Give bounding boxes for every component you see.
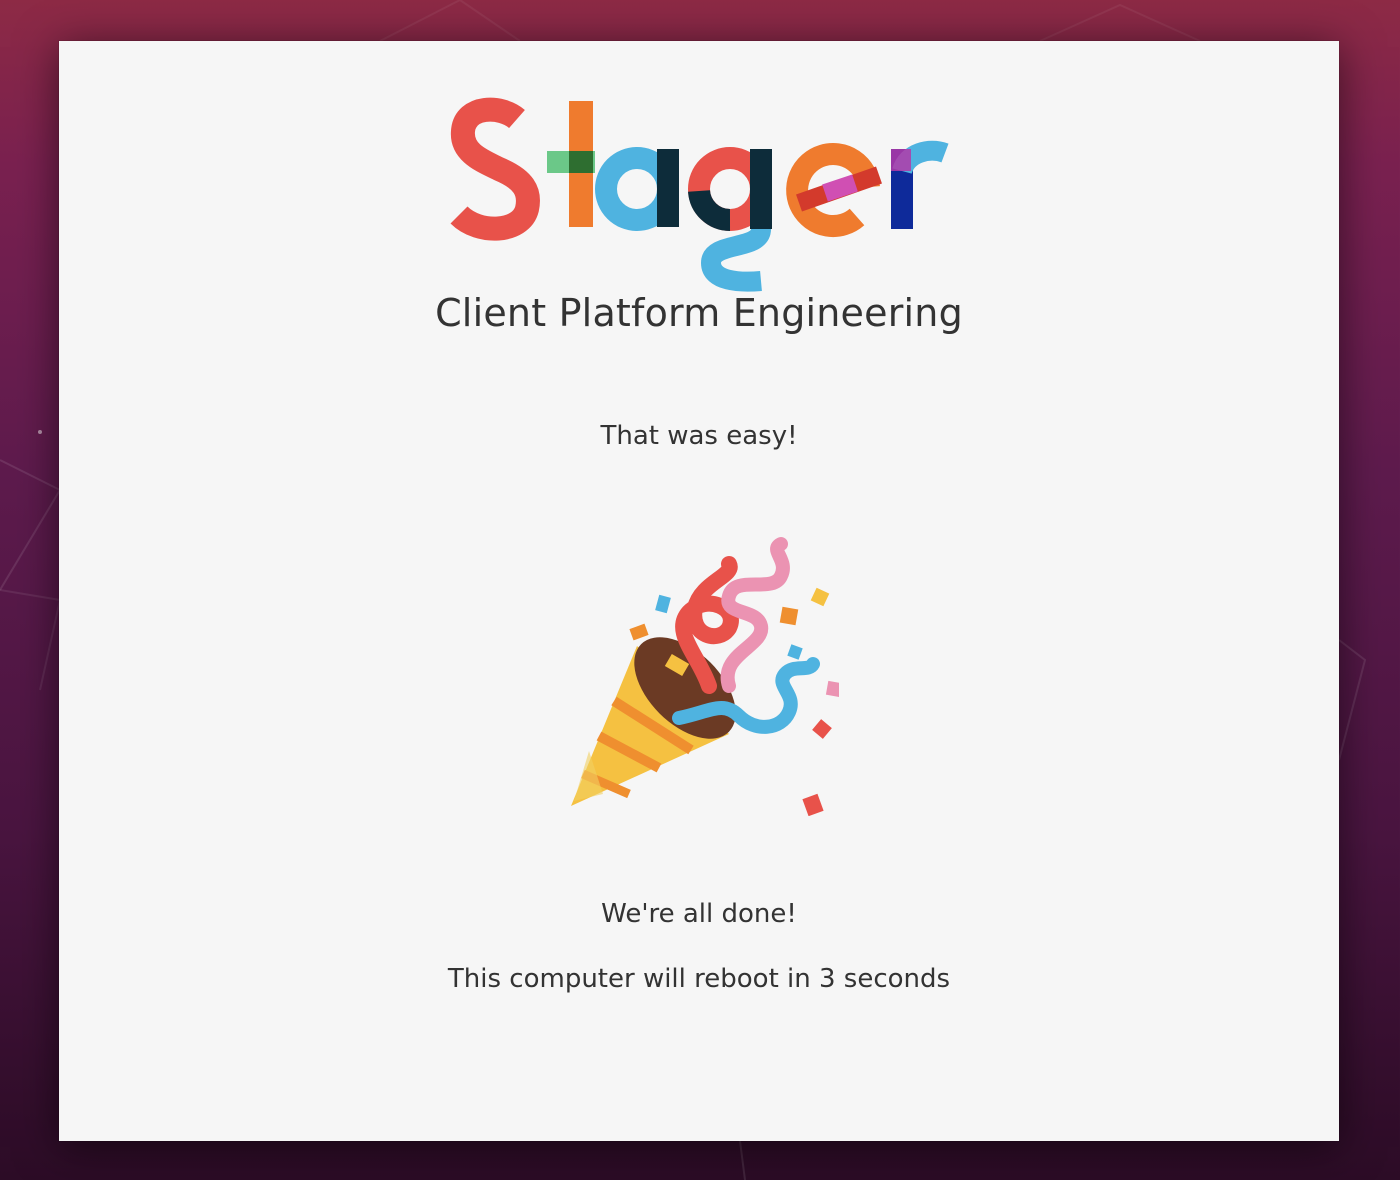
stager-logo xyxy=(450,97,949,292)
subtitle: Client Platform Engineering xyxy=(435,291,963,335)
completion-dialog: Client Platform Engineering That was eas… xyxy=(59,41,1339,1141)
party-popper-icon xyxy=(571,537,839,816)
done-message: We're all done! xyxy=(601,899,797,929)
reboot-notice: This computer will reboot in 3 seconds xyxy=(447,964,951,994)
success-title: That was easy! xyxy=(600,421,798,451)
